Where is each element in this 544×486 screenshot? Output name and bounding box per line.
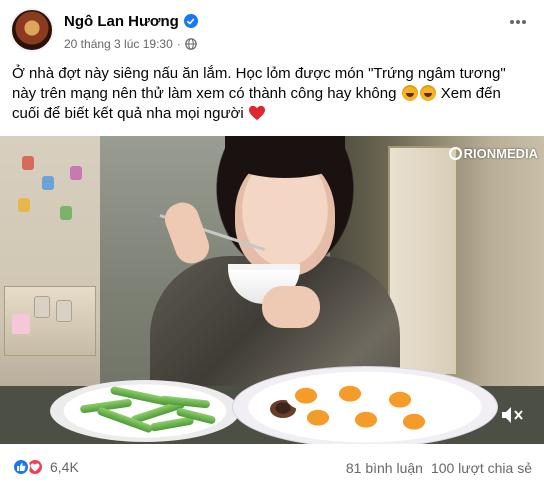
shelf-jar <box>34 296 50 318</box>
rolling-laughing-emoji-icon <box>401 85 418 101</box>
post-caption: Ở nhà đợt này siêng nấu ăn lắm. Học lỏm … <box>12 64 532 124</box>
red-heart-emoji-icon <box>248 105 265 121</box>
author-name-row: Ngô Lan Hương <box>64 11 198 31</box>
soy-egg <box>298 406 338 432</box>
author-avatar[interactable] <box>10 8 54 52</box>
post-video[interactable]: RIONMEDIA <box>0 136 544 444</box>
video-watermark: RIONMEDIA <box>448 146 538 161</box>
post-footer: 6,4K 81 bình luận 100 lượt chia sẻ <box>0 452 544 482</box>
muted-speaker-icon[interactable] <box>500 404 524 426</box>
shelf-jar <box>56 300 72 322</box>
post-header: Ngô Lan Hương 20 tháng 3 lúc 19:30 · <box>0 0 544 60</box>
soy-egg <box>346 408 386 434</box>
post-stats: 81 bình luận 100 lượt chia sẻ <box>346 460 532 476</box>
watermark-text: RIONMEDIA <box>463 146 538 161</box>
author-name[interactable]: Ngô Lan Hương <box>64 13 179 30</box>
verified-badge-icon <box>183 14 198 28</box>
person-hand <box>262 286 320 328</box>
person-bangs <box>225 136 345 178</box>
comment-count[interactable]: 81 bình luận <box>346 460 423 476</box>
wall-sticker <box>42 176 54 190</box>
wall-sticker <box>70 166 82 180</box>
reaction-count: 6,4K <box>50 459 79 475</box>
like-reaction-icon <box>12 458 30 476</box>
wall-sticker <box>60 206 72 220</box>
rolling-laughing-emoji-icon <box>419 85 436 101</box>
soy-egg <box>330 382 370 408</box>
post-meta: 20 tháng 3 lúc 19:30 · <box>64 36 197 52</box>
more-options-icon[interactable] <box>504 10 532 34</box>
soy-egg <box>394 410 434 436</box>
meta-separator: · <box>176 37 181 51</box>
wall-sticker <box>22 156 34 170</box>
share-count[interactable]: 100 lượt chia sẻ <box>431 460 532 476</box>
wall-sticker <box>18 198 30 212</box>
pink-cup <box>12 314 30 334</box>
globe-icon[interactable] <box>184 38 197 50</box>
reaction-summary[interactable]: 6,4K <box>12 458 79 476</box>
post-timestamp[interactable]: 20 tháng 3 lúc 19:30 <box>64 37 173 51</box>
facebook-post: Ngô Lan Hương 20 tháng 3 lúc 19:30 · Ở n… <box>0 0 544 486</box>
watermark-logo-icon <box>448 147 462 160</box>
